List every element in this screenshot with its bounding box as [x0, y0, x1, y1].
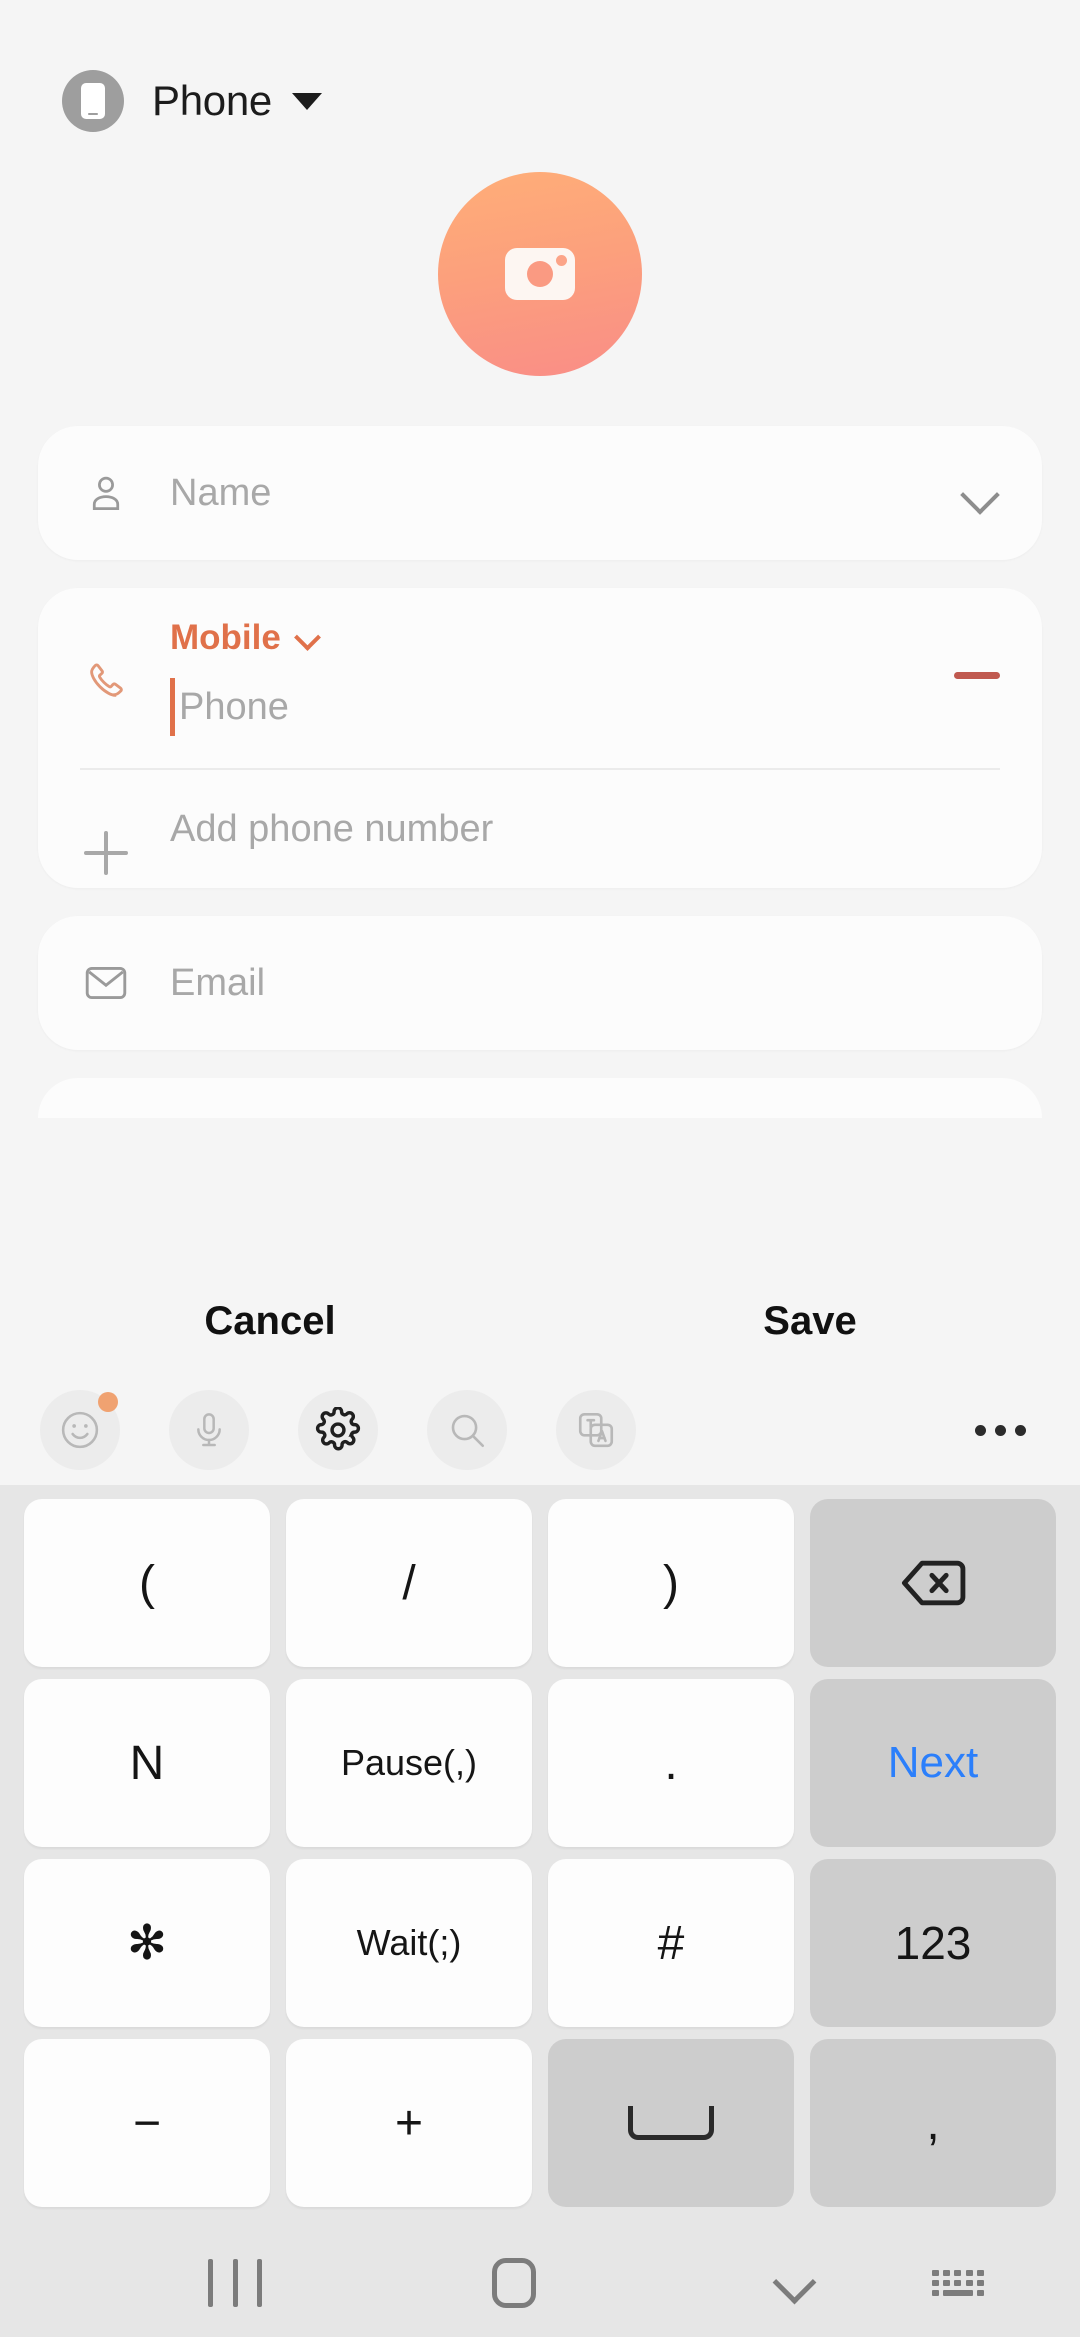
account-selector[interactable]: Phone: [0, 0, 1080, 150]
text-cursor: [170, 678, 175, 736]
form-actions: Cancel Save: [0, 1267, 1080, 1375]
envelope-icon: [80, 963, 132, 1003]
key-wait[interactable]: Wait(;): [286, 1859, 532, 2027]
key-close-paren[interactable]: ): [548, 1499, 794, 1667]
minus-icon[interactable]: [954, 672, 1000, 679]
system-navigation-bar: [0, 2229, 1080, 2337]
key-asterisk[interactable]: ✻: [24, 1859, 270, 2027]
keyboard-row: ✻ Wait(;) # 123: [16, 1859, 1064, 2027]
email-card: Email: [38, 916, 1042, 1050]
keyboard-row: N Pause(,) . Next: [16, 1679, 1064, 1847]
home-icon: [492, 2258, 536, 2308]
phone-placeholder: Phone: [179, 686, 289, 729]
nav-recents-button[interactable]: [96, 2259, 375, 2307]
contact-editor-screen: Phone Name: [0, 0, 1080, 2337]
chevron-down-icon[interactable]: [297, 628, 317, 648]
more-options-icon[interactable]: [960, 1390, 1040, 1470]
key-n[interactable]: N: [24, 1679, 270, 1847]
space-icon: [628, 2106, 714, 2140]
phone-icon: [62, 70, 124, 132]
notification-badge: [98, 1392, 118, 1412]
add-phone-label: Add phone number: [170, 808, 493, 851]
key-open-paren[interactable]: (: [24, 1499, 270, 1667]
person-icon: [80, 470, 132, 516]
name-field-row[interactable]: Name: [38, 426, 1042, 560]
keyboard-row: ( / ): [16, 1499, 1064, 1667]
email-input[interactable]: Email: [170, 962, 1000, 1005]
emoji-icon[interactable]: [40, 1390, 120, 1470]
translate-icon[interactable]: [556, 1390, 636, 1470]
chevron-down-icon: [773, 2263, 813, 2303]
chevron-down-icon[interactable]: [960, 473, 1000, 513]
key-numeric-switch[interactable]: 123: [810, 1859, 1056, 2027]
email-field-row[interactable]: Email: [38, 916, 1042, 1050]
gear-icon[interactable]: [298, 1390, 378, 1470]
next-section-card: [38, 1078, 1042, 1118]
call-icon: [80, 618, 132, 738]
backspace-icon: [900, 1558, 966, 1608]
key-comma[interactable]: ,: [810, 2039, 1056, 2207]
key-slash[interactable]: /: [286, 1499, 532, 1667]
key-period[interactable]: .: [548, 1679, 794, 1847]
recents-icon: [208, 2259, 262, 2307]
phone-card: Mobile Phone Add phone number: [38, 588, 1042, 888]
key-pause[interactable]: Pause(,): [286, 1679, 532, 1847]
add-phone-number-button[interactable]: Add phone number: [38, 770, 1042, 888]
key-minus[interactable]: −: [24, 2039, 270, 2207]
phone-input[interactable]: Phone: [170, 676, 1000, 738]
nav-home-button[interactable]: [375, 2258, 654, 2308]
nav-switch-keyboard-button[interactable]: [932, 2270, 984, 2296]
key-space[interactable]: [548, 2039, 794, 2207]
phone-type-selector[interactable]: Mobile: [170, 618, 1000, 658]
phone-type-label: Mobile: [170, 618, 281, 658]
camera-icon: [505, 248, 575, 300]
key-next[interactable]: Next: [810, 1679, 1056, 1847]
keyboard-switch-icon: [932, 2270, 984, 2296]
nav-hide-keyboard-button[interactable]: [653, 2263, 932, 2303]
keyboard-keys: ( / ) N Pause(,) . Next: [0, 1485, 1080, 2229]
caret-down-icon[interactable]: [292, 93, 322, 110]
keyboard-panel: Cancel Save: [0, 1267, 1080, 2337]
microphone-icon[interactable]: [169, 1390, 249, 1470]
phone-field-block: Mobile Phone: [38, 588, 1042, 738]
avatar-container: [0, 172, 1080, 376]
page-title: Phone: [152, 77, 272, 125]
key-plus[interactable]: +: [286, 2039, 532, 2207]
key-hash[interactable]: #: [548, 1859, 794, 2027]
cancel-button[interactable]: Cancel: [0, 1299, 540, 1344]
name-card: Name: [38, 426, 1042, 560]
keyboard-toolbar: [0, 1375, 1080, 1485]
key-backspace[interactable]: [810, 1499, 1056, 1667]
keyboard-row: − + ,: [16, 2039, 1064, 2207]
avatar[interactable]: [438, 172, 642, 376]
save-button[interactable]: Save: [540, 1299, 1080, 1344]
search-icon[interactable]: [427, 1390, 507, 1470]
name-input[interactable]: Name: [170, 472, 960, 515]
